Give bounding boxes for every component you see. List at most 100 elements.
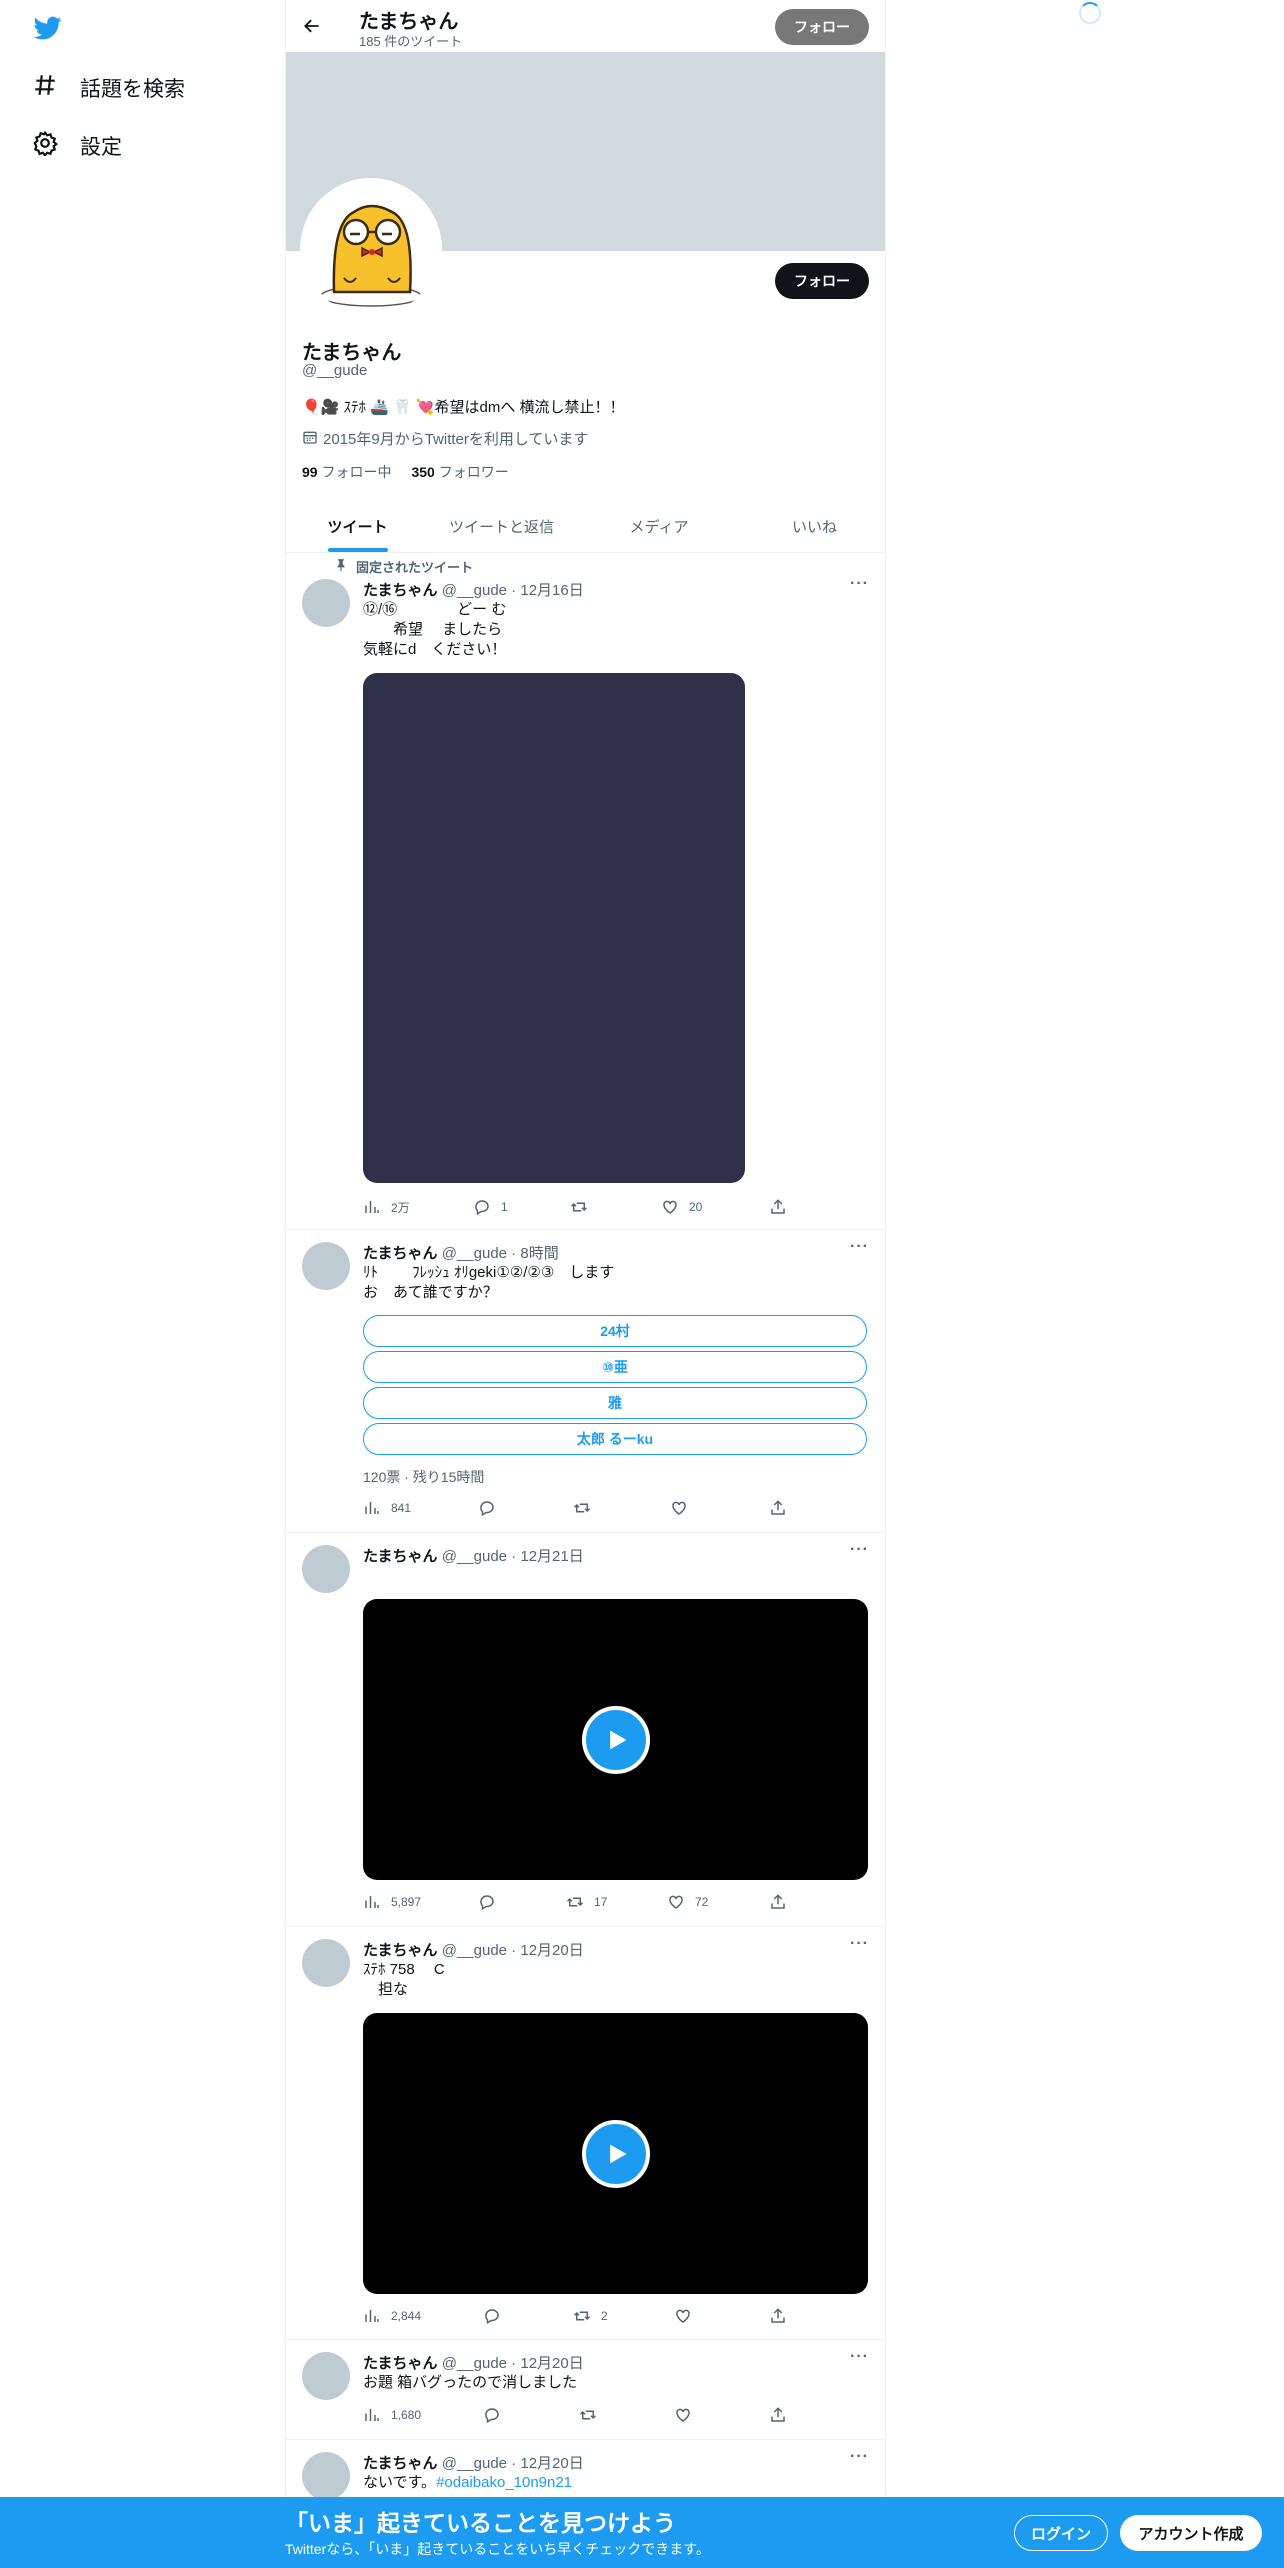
share-button[interactable] [769,1499,787,1517]
like-button[interactable] [674,2307,702,2325]
tab-tweets-replies[interactable]: ツイートと返信 [429,500,574,552]
twitter-logo-icon[interactable] [32,14,64,42]
like-button[interactable] [670,1499,698,1517]
followers-label: フォロワー [438,464,509,480]
poll-option[interactable]: ⑩亜 [363,1351,867,1383]
tweet-author[interactable]: たまちゃん [363,1548,438,1565]
hashtag-link[interactable]: #odaibako_10n9n21 [436,2474,572,2491]
reply-button[interactable] [483,2307,511,2325]
following-count: 99 [302,464,318,480]
share-icon [771,1199,785,1214]
followers-link[interactable]: 350 フォロワー [411,462,508,482]
like-count: 20 [689,1200,703,1214]
tab-tweets[interactable]: ツイート [286,500,429,552]
views-count: 1,680 [391,2408,422,2422]
reply-button[interactable] [483,2406,511,2424]
poll-option[interactable]: 太郎 るーku [363,1423,867,1455]
tab-likes[interactable]: いいね [744,500,885,552]
tweet-video-player[interactable] [363,1599,868,1880]
more-icon[interactable]: ··· [850,2348,869,2366]
like-button[interactable] [674,2406,702,2424]
like-button[interactable]: 72 [667,1893,708,1911]
tweet-meta: @__gude · 12月20日 [441,2355,584,2372]
profile-handle: @__gude [302,362,368,379]
nav-explore[interactable]: 話題を検索 [32,72,185,104]
heart-icon [669,1895,683,1909]
views-button[interactable]: 5,897 [363,1893,421,1911]
reply-icon [485,2309,499,2325]
reply-button[interactable] [478,1499,506,1517]
following-link[interactable]: 99 フォロー中 [302,462,391,482]
tweet-text: お題 箱バグったので消しました [363,2374,578,2391]
reply-button[interactable]: 1 [473,1198,508,1216]
following-label: フォロー中 [321,464,392,480]
tweet-meta: @__gude · 12月20日 [441,2455,584,2472]
tweet-text-only[interactable]: たまちゃん @__gude · 12月20日 ··· お題 箱バグったので消しま… [286,2340,885,2440]
tweet-avatar[interactable] [302,1939,350,1987]
nav-explore-label: 話題を検索 [80,78,185,101]
avatar[interactable] [300,178,442,320]
tweet-avatar[interactable] [302,1242,350,1290]
share-icon [771,2407,785,2422]
reply-button[interactable] [478,1893,506,1911]
tweet-image[interactable] [363,673,745,1183]
profile-name: たまちゃん [302,342,402,364]
tweet-text-prefix: ないです。 [363,2474,437,2491]
tweet-video-player[interactable] [363,2013,868,2294]
tweet-avatar[interactable] [302,1545,350,1593]
tweet-author[interactable]: たまちゃん [363,582,438,599]
views-button[interactable]: 2万 [363,1198,410,1216]
tweet-poll[interactable]: たまちゃん @__gude · 8時間 ··· ﾘﾄ ﾌﾚｯｼｭ ｵﾘgeki①… [286,1230,885,1533]
tweet-text: ないです。#odaibako_10n9n21 [363,2473,572,2493]
share-button[interactable] [769,2406,787,2424]
tweet-author[interactable]: たまちゃん [363,1942,438,1959]
signup-bar: 「いま」起きていることを見つけよう Twitterなら、「いま」起きていることを… [0,2497,1284,2568]
share-button[interactable] [769,2307,787,2325]
retweet-button[interactable] [579,2406,607,2424]
more-icon[interactable]: ··· [850,1541,869,1559]
login-button[interactable]: ログイン [1014,2515,1108,2551]
play-icon[interactable] [581,1705,650,1774]
tweet-avatar[interactable] [302,2452,350,2500]
more-icon[interactable]: ··· [850,1238,869,1256]
tweet-avatar[interactable] [302,579,350,627]
tweet-meta: @__gude · 12月21日 [441,1548,584,1565]
tab-media[interactable]: メディア [574,500,744,552]
tweet-author[interactable]: たまちゃん [363,2355,438,2372]
tweet-pinned[interactable]: 固定されたツイート たまちゃん @__gude · 12月16日 ··· ⑫/⑯… [286,553,885,1230]
pinned-indicator: 固定されたツイート [334,557,473,576]
poll-option[interactable]: 24村 [363,1315,867,1347]
joined-text: 2015年9月からTwitterを利用しています [323,431,589,448]
tweet-author[interactable]: たまちゃん [363,1245,438,1262]
tweet-avatar[interactable] [302,2352,350,2400]
share-button[interactable] [769,1893,787,1911]
views-button[interactable]: 2,844 [363,2307,421,2325]
more-icon[interactable]: ··· [850,2448,869,2466]
share-button[interactable] [769,1198,787,1216]
like-button[interactable]: 20 [661,1198,702,1216]
play-icon[interactable] [581,2119,650,2188]
heart-icon [663,1200,677,1214]
tweet-video[interactable]: たまちゃん @__gude · 12月21日 ··· 5,897 17 72 [286,1533,885,1927]
back-arrow-icon[interactable] [302,16,322,41]
tweet-video[interactable]: たまちゃん @__gude · 12月20日 ··· ｽﾃﾎ 758 C 担な … [286,1927,885,2340]
hashtag-icon [32,72,58,104]
header-follow-button[interactable]: フォロー [775,9,869,45]
nav-settings[interactable]: 設定 [32,130,122,162]
poll-option[interactable]: 雅 [363,1387,867,1419]
follow-button[interactable]: フォロー [775,263,869,299]
signup-button[interactable]: アカウント作成 [1120,2515,1262,2551]
retweet-button[interactable]: 17 [566,1893,607,1911]
retweet-button[interactable]: 2 [573,2307,608,2325]
more-icon[interactable]: ··· [850,575,869,593]
views-button[interactable]: 841 [363,1499,411,1517]
poll-meta: 120票 · 残り15時間 [363,1469,485,1485]
retweet-button[interactable] [573,1499,601,1517]
views-button[interactable]: 1,680 [363,2406,421,2424]
calendar-icon [302,429,318,449]
tweet-actions: 1,680 [363,2406,803,2426]
retweet-button[interactable] [570,1198,598,1216]
tweet-author[interactable]: たまちゃん [363,2455,438,2472]
pin-icon [334,558,348,575]
more-icon[interactable]: ··· [850,1935,869,1953]
